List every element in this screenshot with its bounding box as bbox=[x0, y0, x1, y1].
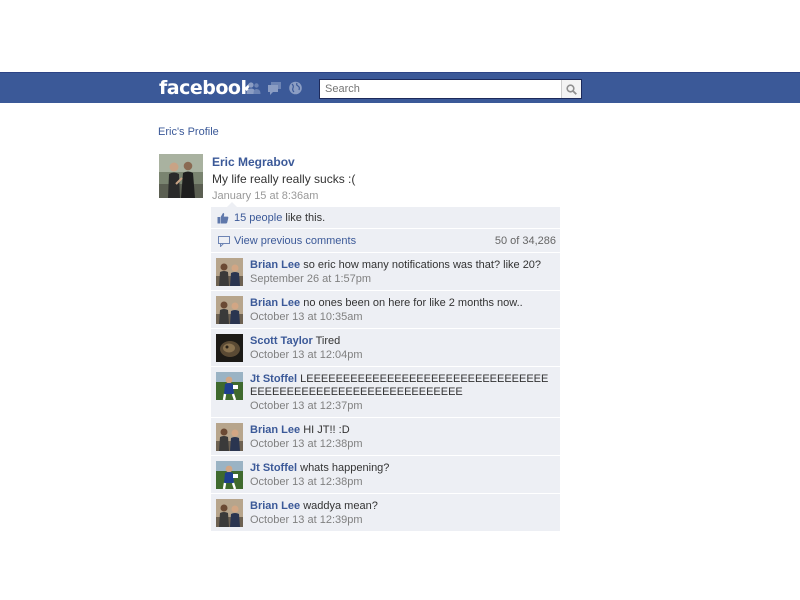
comments-count: 50 of 34,286 bbox=[494, 235, 556, 247]
comment-body: Scott Taylor Tired October 13 at 12:04pm bbox=[250, 333, 560, 362]
likes-count-link[interactable]: 15 people bbox=[234, 212, 282, 224]
comment-text: whats happening? bbox=[300, 462, 390, 474]
post-author-avatar[interactable] bbox=[159, 154, 203, 198]
comment-author-link[interactable]: Brian Lee bbox=[250, 424, 300, 436]
comment-body: Brian Lee waddya mean? October 13 at 12:3… bbox=[250, 498, 560, 527]
friends-icon[interactable] bbox=[246, 81, 261, 95]
comment-item: Scott Taylor Tired October 13 at 12:04pm bbox=[211, 329, 560, 367]
comment-timestamp[interactable]: September 26 at 1:57pm bbox=[250, 273, 552, 286]
comment-body: Brian Lee no ones been on here for like … bbox=[250, 295, 560, 324]
comment-text: no ones been on here for like 2 months n… bbox=[303, 297, 523, 309]
comment-item: Brian Lee HI JT!! :D October 13 at 12:38p… bbox=[211, 418, 560, 456]
comment-author-link[interactable]: Scott Taylor bbox=[250, 335, 313, 347]
thumbs-up-icon bbox=[217, 212, 229, 224]
comment-body: Jt Stoffel LEEEEEEEEEEEEEEEEEEEEEEEEEEEE… bbox=[250, 371, 560, 413]
view-previous-comments-row[interactable]: View previous comments 50 of 34,286 bbox=[211, 229, 560, 253]
comment-timestamp[interactable]: October 13 at 12:37pm bbox=[250, 400, 552, 413]
commenter-avatar[interactable] bbox=[216, 461, 243, 489]
comment-text: waddya mean? bbox=[303, 500, 378, 512]
comment-text: HI JT!! :D bbox=[303, 424, 350, 436]
comment-item: Brian Lee waddya mean? October 13 at 12:3… bbox=[211, 494, 560, 532]
comment-timestamp[interactable]: October 13 at 12:39pm bbox=[250, 514, 552, 527]
profile-breadcrumb-link[interactable]: Eric's Profile bbox=[158, 126, 219, 138]
commenter-avatar[interactable] bbox=[216, 372, 243, 400]
feedback-box: 15 people like this. View previous comme… bbox=[211, 202, 560, 532]
comment-item: Brian Lee so eric how many notifications… bbox=[211, 253, 560, 291]
commenter-avatar[interactable] bbox=[216, 334, 243, 362]
comment-timestamp[interactable]: October 13 at 12:38pm bbox=[250, 438, 552, 451]
jewel-bar bbox=[246, 81, 303, 95]
comment-author-link[interactable]: Brian Lee bbox=[250, 259, 300, 271]
comment-author-link[interactable]: Brian Lee bbox=[250, 500, 300, 512]
search-box bbox=[319, 79, 582, 99]
likes-row: 15 people like this. bbox=[211, 207, 560, 229]
comment-timestamp[interactable]: October 13 at 10:35am bbox=[250, 311, 552, 324]
comment-author-link[interactable]: Jt Stoffel bbox=[250, 373, 297, 385]
comment-body: Brian Lee HI JT!! :D October 13 at 12:38p… bbox=[250, 422, 560, 451]
search-button[interactable] bbox=[561, 80, 581, 98]
post-author-name[interactable]: Eric Megrabov bbox=[212, 155, 295, 169]
commenter-avatar[interactable] bbox=[216, 423, 243, 451]
commenter-avatar[interactable] bbox=[216, 499, 243, 527]
comment-bubble-icon bbox=[218, 236, 230, 247]
comment-list: Brian Lee so eric how many notifications… bbox=[211, 253, 560, 532]
comment-text: so eric how many notifications was that?… bbox=[303, 259, 542, 271]
post-message: My life really really sucks :( bbox=[212, 172, 356, 186]
notifications-globe-icon[interactable] bbox=[288, 81, 303, 95]
comment-item: Jt Stoffel LEEEEEEEEEEEEEEEEEEEEEEEEEEEE… bbox=[211, 367, 560, 418]
comment-text: Tired bbox=[315, 335, 341, 347]
messages-icon[interactable] bbox=[267, 81, 282, 95]
likes-suffix: like this. bbox=[282, 212, 326, 224]
search-icon bbox=[566, 83, 577, 95]
comment-author-link[interactable]: Brian Lee bbox=[250, 297, 300, 309]
commenter-avatar[interactable] bbox=[216, 296, 243, 324]
search-input[interactable] bbox=[320, 81, 561, 97]
view-previous-comments-link[interactable]: View previous comments bbox=[234, 235, 356, 247]
comment-item: Brian Lee no ones been on here for like … bbox=[211, 291, 560, 329]
facebook-logo[interactable]: facebook bbox=[159, 77, 253, 99]
comment-body: Jt Stoffel whats happening? October 13 at… bbox=[250, 460, 560, 489]
likes-summary: 15 people like this. bbox=[234, 212, 325, 224]
comment-body: Brian Lee so eric how many notifications… bbox=[250, 257, 560, 286]
comment-author-link[interactable]: Jt Stoffel bbox=[250, 462, 297, 474]
top-navigation-bar: facebook bbox=[0, 72, 800, 103]
comment-timestamp[interactable]: October 13 at 12:38pm bbox=[250, 476, 552, 489]
comment-timestamp[interactable]: October 13 at 12:04pm bbox=[250, 349, 552, 362]
post-timestamp[interactable]: January 15 at 8:36am bbox=[212, 190, 318, 202]
commenter-avatar[interactable] bbox=[216, 258, 243, 286]
comment-item: Jt Stoffel whats happening? October 13 at… bbox=[211, 456, 560, 494]
